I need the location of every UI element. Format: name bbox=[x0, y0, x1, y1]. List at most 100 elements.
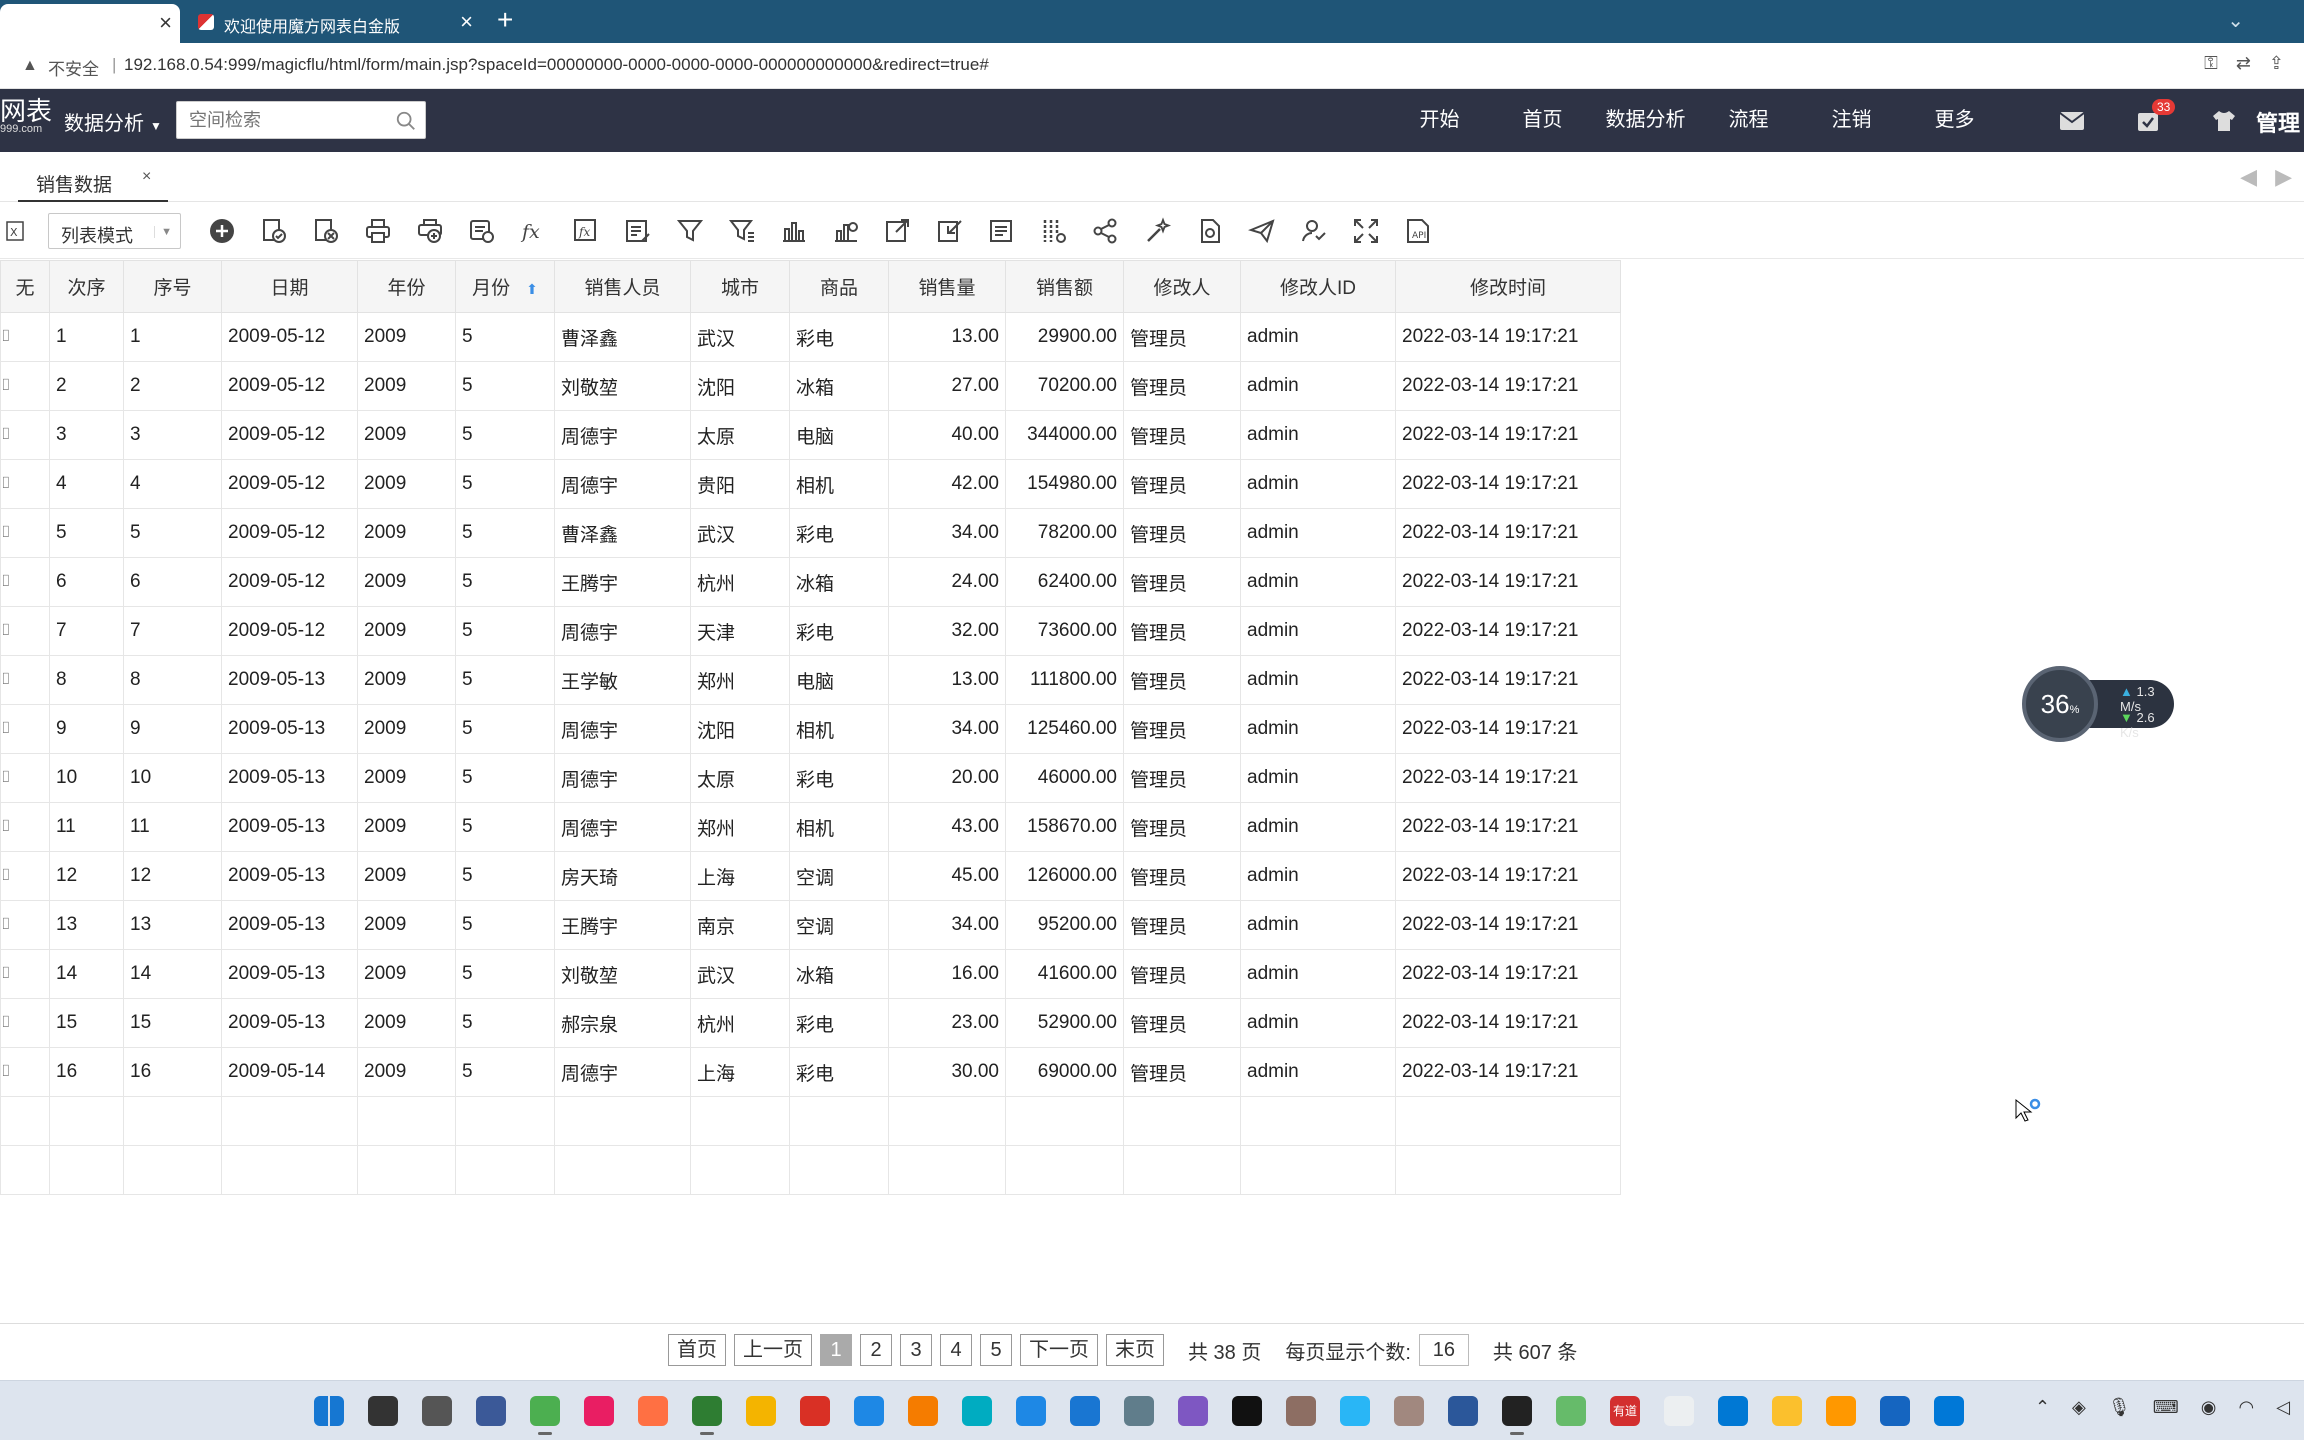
cell-serial[interactable]: 11 bbox=[123, 802, 222, 852]
table-row[interactable]: ⌷ 2 2 2009-05-12 2009 5 刘敬堃 沈阳 冰箱 27.00 70200.00 管理… bbox=[0, 361, 1621, 411]
cell-city[interactable]: 沈阳 bbox=[690, 361, 790, 411]
wifi-icon[interactable]: ◠ bbox=[2238, 1397, 2254, 1418]
cell-modifier-id[interactable]: admin bbox=[1240, 802, 1396, 852]
cell-date[interactable]: 2009-05-12 bbox=[221, 606, 358, 656]
cell-salesperson[interactable]: 王腾宇 bbox=[554, 900, 691, 950]
cell-month[interactable]: 5 bbox=[455, 655, 555, 705]
col-header-order[interactable]: 次序 bbox=[49, 260, 124, 313]
cell-product[interactable]: 电脑 bbox=[789, 655, 889, 705]
col-header-modifier[interactable]: 修改人 bbox=[1123, 260, 1241, 313]
filter-icon[interactable] bbox=[664, 213, 716, 249]
app-icon[interactable] bbox=[470, 1390, 512, 1432]
cell-serial[interactable]: 3 bbox=[123, 410, 222, 460]
table-row[interactable]: ⌷ 11 11 2009-05-13 2009 5 周德宇 郑州 相机 43.00 158670.0… bbox=[0, 802, 1621, 852]
cell-year[interactable]: 2009 bbox=[357, 949, 456, 999]
cell-serial[interactable]: 9 bbox=[123, 704, 222, 754]
cell-modified-time[interactable]: 2022-03-14 19:17:21 bbox=[1395, 753, 1621, 803]
cell-modifier[interactable]: 管理员 bbox=[1123, 606, 1241, 656]
globe-icon[interactable] bbox=[1334, 1390, 1376, 1432]
cell-amount[interactable]: 29900.00 bbox=[1005, 312, 1124, 362]
cell-serial[interactable]: 16 bbox=[123, 1047, 222, 1097]
cell-modifier[interactable]: 管理员 bbox=[1123, 998, 1241, 1048]
cell-month[interactable]: 5 bbox=[455, 606, 555, 656]
shield-icon[interactable]: ◈ bbox=[2072, 1397, 2086, 1418]
nav-data-analysis[interactable]: 数据分析 bbox=[1594, 89, 1697, 152]
page-5-button[interactable]: 5 bbox=[980, 1334, 1012, 1366]
antivirus-icon[interactable]: ◉ bbox=[2201, 1397, 2217, 1418]
cell-modified-time[interactable]: 2022-03-14 19:17:21 bbox=[1395, 900, 1621, 950]
nav-workflow[interactable]: 流程 bbox=[1697, 89, 1800, 152]
cell-year[interactable]: 2009 bbox=[357, 459, 456, 509]
cell-year[interactable]: 2009 bbox=[357, 508, 456, 558]
cell-month[interactable]: 5 bbox=[455, 557, 555, 607]
cell-year[interactable]: 2009 bbox=[357, 704, 456, 754]
cell-salesperson[interactable]: 房天琦 bbox=[554, 851, 691, 901]
cell-amount[interactable]: 52900.00 bbox=[1005, 998, 1124, 1048]
cell-city[interactable]: 杭州 bbox=[690, 998, 790, 1048]
cell-serial[interactable]: 5 bbox=[123, 508, 222, 558]
first-page-button[interactable]: 首页 bbox=[668, 1334, 726, 1366]
cell-city[interactable]: 杭州 bbox=[690, 557, 790, 607]
cell-city[interactable]: 郑州 bbox=[690, 655, 790, 705]
cell-date[interactable]: 2009-05-12 bbox=[221, 557, 358, 607]
bar-chart-icon[interactable] bbox=[768, 213, 820, 249]
cell-serial[interactable]: 6 bbox=[123, 557, 222, 607]
word-icon[interactable] bbox=[1442, 1390, 1484, 1432]
table-row[interactable]: ⌷ 4 4 2009-05-12 2009 5 周德宇 贵阳 相机 42.00 154980.00 管… bbox=[0, 459, 1621, 509]
cell-month[interactable]: 5 bbox=[455, 508, 555, 558]
cell-modifier[interactable]: 管理员 bbox=[1123, 508, 1241, 558]
cell-city[interactable]: 太原 bbox=[690, 410, 790, 460]
nav-start[interactable]: 开始 bbox=[1388, 89, 1491, 152]
cell-modifier-id[interactable]: admin bbox=[1240, 606, 1396, 656]
youdao-icon[interactable]: 有道 bbox=[1604, 1390, 1646, 1432]
cell-salesperson[interactable]: 周德宇 bbox=[554, 704, 691, 754]
cell-month[interactable]: 5 bbox=[455, 410, 555, 460]
batch-edit-icon[interactable] bbox=[976, 213, 1028, 249]
page-3-button[interactable]: 3 bbox=[900, 1334, 932, 1366]
cell-salesperson[interactable]: 郝宗泉 bbox=[554, 998, 691, 1048]
table-row[interactable]: ⌷ 16 16 2009-05-14 2009 5 周德宇 上海 彩电 30.00 69000.00… bbox=[0, 1047, 1621, 1097]
print-icon[interactable] bbox=[352, 213, 404, 249]
cell-date[interactable]: 2009-05-13 bbox=[221, 753, 358, 803]
row-delete-icon[interactable]: ⌷ bbox=[0, 410, 50, 460]
cell-order[interactable]: 7 bbox=[49, 606, 124, 656]
cell-date[interactable]: 2009-05-12 bbox=[221, 361, 358, 411]
search-tool-icon[interactable] bbox=[902, 1390, 944, 1432]
cell-salesperson[interactable]: 周德宇 bbox=[554, 753, 691, 803]
print-settings-icon[interactable] bbox=[456, 213, 508, 249]
search-input[interactable] bbox=[177, 102, 377, 138]
cell-order[interactable]: 14 bbox=[49, 949, 124, 999]
photos-icon[interactable] bbox=[1388, 1390, 1430, 1432]
cell-quantity[interactable]: 24.00 bbox=[888, 557, 1006, 607]
col-header-city[interactable]: 城市 bbox=[690, 260, 790, 313]
cell-modified-time[interactable]: 2022-03-14 19:17:21 bbox=[1395, 655, 1621, 705]
cell-date[interactable]: 2009-05-12 bbox=[221, 459, 358, 509]
row-delete-icon[interactable]: ⌷ bbox=[0, 900, 50, 950]
cell-modified-time[interactable]: 2022-03-14 19:17:21 bbox=[1395, 949, 1621, 999]
cell-year[interactable]: 2009 bbox=[357, 655, 456, 705]
chrome-icon[interactable] bbox=[524, 1390, 566, 1435]
clipboard-icon[interactable] bbox=[1118, 1390, 1160, 1432]
row-delete-icon[interactable]: ⌷ bbox=[0, 851, 50, 901]
cell-month[interactable]: 5 bbox=[455, 753, 555, 803]
cell-order[interactable]: 1 bbox=[49, 312, 124, 362]
cell-modifier-id[interactable]: admin bbox=[1240, 459, 1396, 509]
cell-modifier[interactable]: 管理员 bbox=[1123, 900, 1241, 950]
folder-icon[interactable] bbox=[740, 1390, 782, 1432]
cell-salesperson[interactable]: 曹泽鑫 bbox=[554, 312, 691, 362]
cancel-icon[interactable] bbox=[300, 213, 352, 249]
table-row[interactable]: ⌷ 13 13 2009-05-13 2009 5 王腾宇 南京 空调 34.00 95200.00… bbox=[0, 900, 1621, 950]
file-icon[interactable] bbox=[1658, 1390, 1700, 1432]
cell-modifier-id[interactable]: admin bbox=[1240, 949, 1396, 999]
cell-city[interactable]: 上海 bbox=[690, 1047, 790, 1097]
nav-logout[interactable]: 注销 bbox=[1800, 89, 1903, 152]
browser-icon[interactable] bbox=[578, 1390, 620, 1432]
cell-amount[interactable]: 344000.00 bbox=[1005, 410, 1124, 460]
cell-modifier[interactable]: 管理员 bbox=[1123, 704, 1241, 754]
share-icon[interactable] bbox=[1080, 213, 1132, 249]
close-tab-icon[interactable]: × bbox=[159, 10, 172, 36]
cell-product[interactable]: 彩电 bbox=[789, 508, 889, 558]
cell-serial[interactable]: 8 bbox=[123, 655, 222, 705]
cell-modifier-id[interactable]: admin bbox=[1240, 655, 1396, 705]
cell-date[interactable]: 2009-05-12 bbox=[221, 508, 358, 558]
